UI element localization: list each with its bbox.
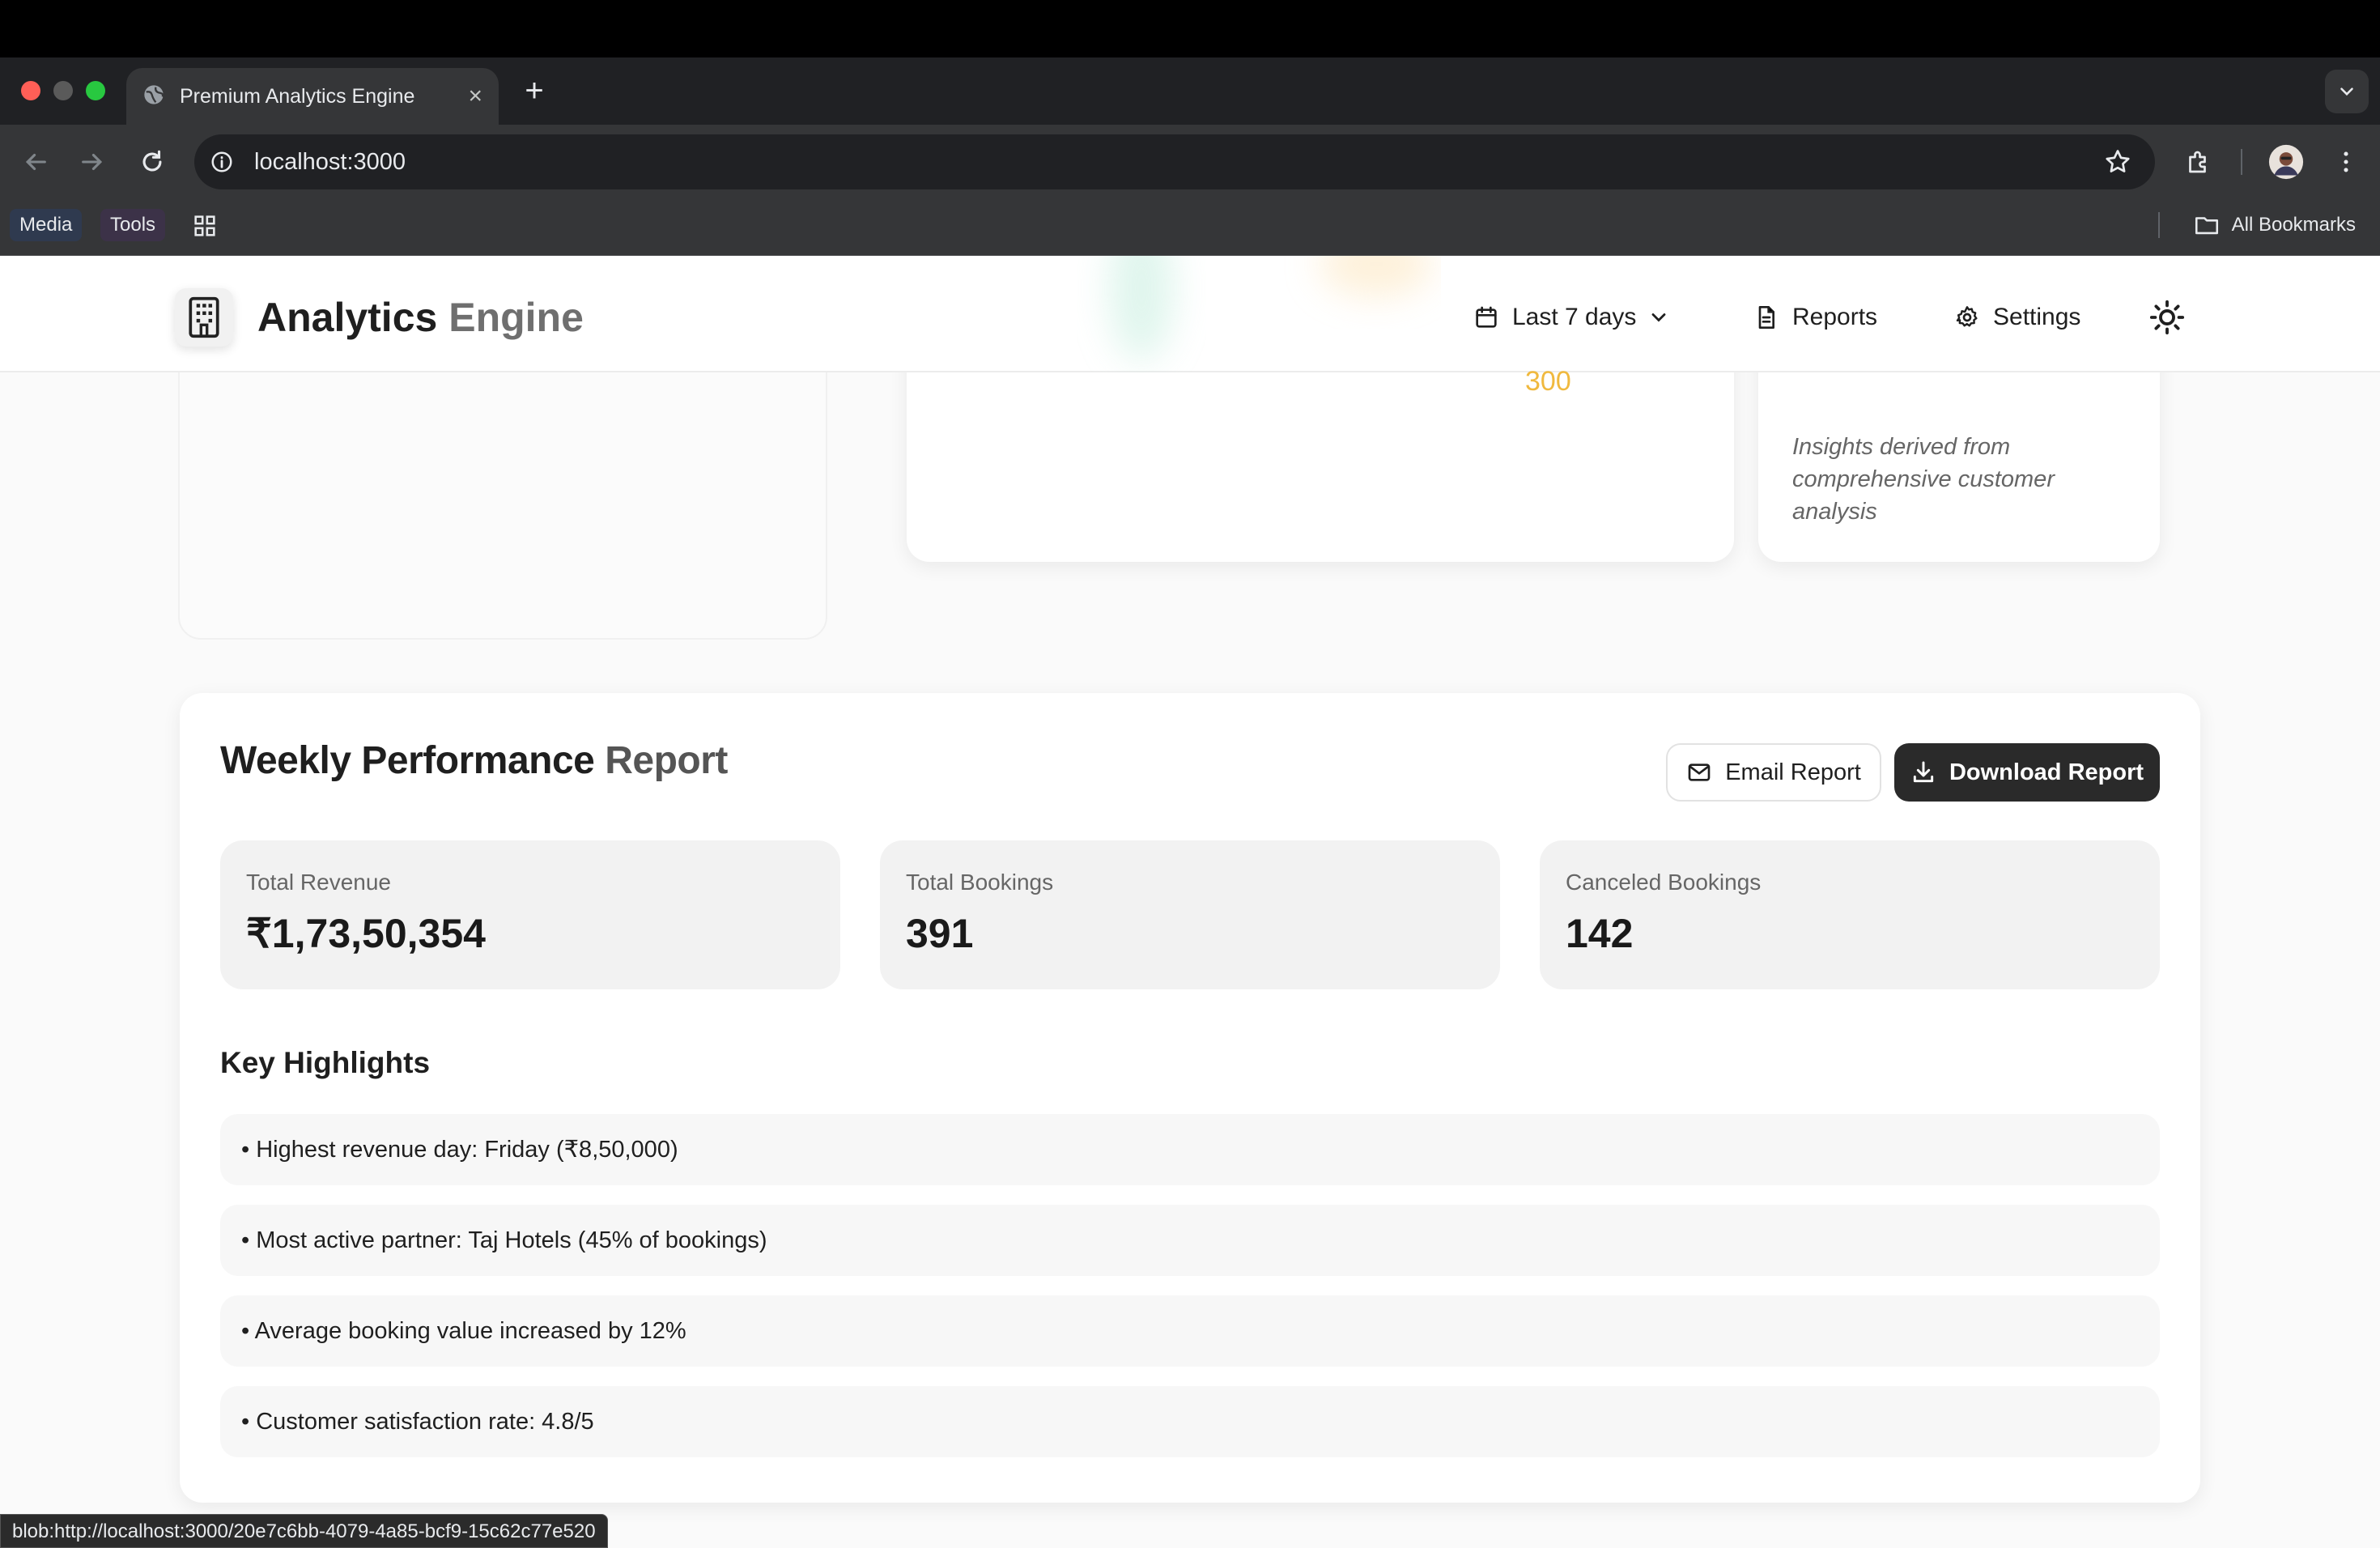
highlight-item: • Average booking value increased by 12% (220, 1295, 2160, 1367)
reload-button[interactable] (133, 142, 172, 181)
apps-grid-icon[interactable] (191, 212, 219, 240)
report-title: Weekly Performance Report (220, 738, 728, 783)
screen-top-bar (0, 0, 2380, 57)
app-viewport: Analytics Engine Last 7 days Reports Set… (0, 256, 2380, 1548)
reload-icon (142, 150, 162, 172)
new-tab-button[interactable]: + (518, 71, 550, 110)
date-range-dropdown[interactable]: Last 7 days (1449, 291, 1695, 343)
arrow-left-icon (25, 153, 46, 171)
download-report-button[interactable]: Download Report (1894, 743, 2160, 802)
status-bar-url: blob:http://localhost:3000/20e7c6bb-4079… (0, 1514, 608, 1548)
brand-main: Analytics (257, 295, 438, 340)
highlight-item: • Most active partner: Taj Hotels (45% o… (220, 1205, 2160, 1276)
stat-value: 391 (906, 911, 974, 956)
bookmark-media[interactable]: Media (10, 209, 83, 241)
download-icon (1913, 761, 1934, 783)
puzzle-icon (2189, 151, 2206, 173)
globe-icon (142, 83, 165, 110)
key-highlights-title: Key Highlights (220, 1046, 431, 1079)
insight-text: Insights derived from comprehensive cust… (1792, 434, 2055, 525)
tab-search-button[interactable] (2325, 70, 2369, 113)
reports-label: Reports (1792, 304, 1878, 330)
stat-card-canceled: Canceled Bookings 142 (1540, 840, 2160, 989)
weekly-report-card (180, 693, 2200, 1503)
header-glow (1109, 256, 1433, 361)
maximize-window-button[interactable] (86, 81, 105, 100)
address-bar[interactable]: localhost:3000 (194, 134, 2155, 189)
stat-value: ₹1,73,50,354 (246, 911, 486, 956)
arrow-right-icon (82, 153, 103, 171)
bookmark-star-icon[interactable] (2103, 147, 2132, 176)
highlight-item: • Highest revenue day: Friday (₹8,50,000… (220, 1114, 2160, 1185)
all-bookmarks-button[interactable]: All Bookmarks (2193, 209, 2356, 241)
stat-card-bookings: Total Bookings 391 (880, 840, 1500, 989)
theme-toggle-button[interactable] (2148, 291, 2186, 343)
back-button[interactable] (16, 142, 55, 181)
report-title-main: Weekly Performance (220, 739, 595, 782)
tab-title: Premium Analytics Engine (180, 84, 415, 108)
tab-active[interactable]: Premium Analytics Engine × (126, 68, 499, 125)
app-header: Analytics Engine Last 7 days Reports Set… (0, 256, 2380, 372)
settings-label: Settings (1993, 304, 2081, 330)
bookmarks-divider (2158, 212, 2160, 238)
stat-card-revenue: Total Revenue ₹1,73,50,354 (220, 840, 840, 989)
sun-icon (2149, 300, 2185, 335)
url-text[interactable]: localhost:3000 (254, 134, 406, 189)
gear-icon (1956, 306, 1978, 327)
settings-button[interactable]: Settings (1954, 291, 2080, 343)
mail-icon (1688, 763, 1711, 781)
close-window-button[interactable] (21, 81, 40, 100)
stat-value: 142 (1566, 911, 1634, 956)
brand-title[interactable]: Analytics Engine (257, 288, 584, 347)
site-info-icon[interactable] (206, 146, 238, 178)
all-bookmarks-label: All Bookmarks (2231, 214, 2356, 236)
calendar-icon (1476, 306, 1497, 328)
folder-icon (2195, 217, 2218, 235)
more-vertical-icon (2344, 151, 2348, 172)
donut-data-label: 300 (1525, 366, 1571, 397)
brand-accent: Engine (448, 295, 584, 340)
bookmarks-bar (0, 199, 2380, 256)
highlight-item: • Customer satisfaction rate: 4.8/5 (220, 1386, 2160, 1457)
email-report-label: Email Report (1725, 759, 1861, 785)
report-title-accent: Report (605, 739, 728, 782)
email-report-button[interactable]: Email Report (1666, 743, 1881, 802)
download-report-label: Download Report (1949, 759, 2144, 785)
toolbar-divider (2241, 149, 2242, 175)
date-range-label: Last 7 days (1512, 304, 1637, 330)
bookmark-tools[interactable]: Tools (100, 209, 166, 241)
extensions-button[interactable] (2179, 142, 2218, 181)
chevron-down-icon (1652, 313, 1666, 322)
forward-button[interactable] (73, 142, 112, 181)
browser-menu-button[interactable] (2327, 142, 2365, 181)
minimize-window-button[interactable] (53, 81, 73, 100)
building-logo-icon[interactable] (175, 288, 233, 347)
reports-button[interactable]: Reports (1753, 291, 1877, 343)
stat-label: Total Bookings (906, 870, 1054, 895)
file-text-icon (1758, 306, 1774, 329)
close-icon[interactable]: × (468, 84, 482, 108)
stat-label: Canceled Bookings (1566, 870, 1762, 895)
stat-label: Total Revenue (246, 870, 392, 895)
avatar-icon (2268, 144, 2304, 180)
chevron-down-icon (2340, 87, 2353, 96)
profile-avatar[interactable] (2267, 142, 2306, 181)
